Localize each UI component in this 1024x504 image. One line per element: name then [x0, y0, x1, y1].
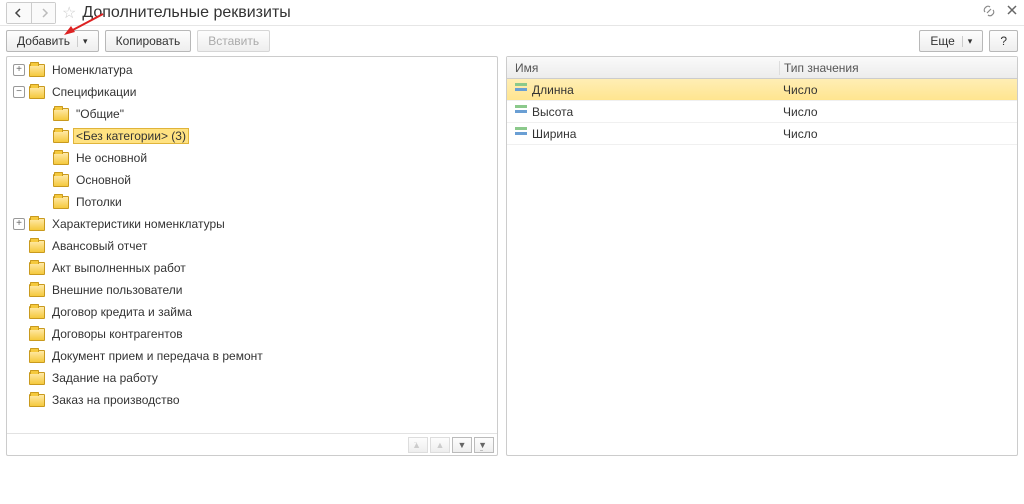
property-icon: [515, 132, 527, 135]
tree-label: Внешние пользователи: [49, 282, 185, 298]
property-icon: [515, 88, 527, 91]
nav-back-button[interactable]: [7, 3, 31, 23]
property-icon: [515, 110, 527, 113]
tree-label: Основной: [73, 172, 134, 188]
properties-panel: Имя Тип значения ДлиннаЧислоВысотаЧислоШ…: [506, 56, 1018, 456]
tree-footer: ▲_ ▲ ▼ ▼_: [7, 433, 497, 455]
tree-row[interactable]: − Спецификации: [7, 81, 497, 103]
folder-icon: [29, 394, 45, 407]
tree-row[interactable]: + Номенклатура: [7, 59, 497, 81]
scroll-top-button[interactable]: ▲_: [408, 437, 428, 453]
folder-icon: [29, 86, 45, 99]
tree-row[interactable]: Документ прием и передача в ремонт: [7, 345, 497, 367]
more-button[interactable]: Еще▾: [919, 30, 983, 52]
grid-header-name[interactable]: Имя: [507, 61, 779, 75]
tree-label: Авансовый отчет: [49, 238, 150, 254]
tree-label: Заказ на производство: [49, 392, 183, 408]
tree-row[interactable]: Задание на работу: [7, 367, 497, 389]
grid-header-type[interactable]: Тип значения: [779, 61, 1017, 75]
scroll-down-button[interactable]: ▼: [452, 437, 472, 453]
nav-buttons: [6, 2, 56, 24]
favorite-star-icon[interactable]: ☆: [62, 3, 76, 23]
tree-row[interactable]: + Характеристики номенклатуры: [7, 213, 497, 235]
grid-header: Имя Тип значения: [507, 57, 1017, 79]
property-name: Длинна: [532, 83, 574, 97]
folder-icon: [29, 372, 45, 385]
page-title: Дополнительные реквизиты: [82, 4, 290, 22]
tree-label: Характеристики номенклатуры: [49, 216, 228, 232]
chevron-down-icon: ▾: [962, 36, 973, 47]
grid-row[interactable]: Ширина Число: [507, 123, 1017, 145]
folder-icon: [29, 284, 45, 297]
property-name: Высота: [532, 105, 573, 119]
property-name: Ширина: [532, 127, 576, 141]
grid-row[interactable]: Длинна Число: [507, 79, 1017, 101]
scroll-bottom-button[interactable]: ▼_: [474, 437, 494, 453]
folder-icon: [53, 130, 69, 143]
folder-icon: [29, 350, 45, 363]
paste-button[interactable]: Вставить: [197, 30, 270, 52]
tree-label: Задание на работу: [49, 370, 161, 386]
tree-row[interactable]: "Общие": [7, 103, 497, 125]
folder-icon: [53, 174, 69, 187]
scroll-up-button[interactable]: ▲: [430, 437, 450, 453]
tree-label: Документ прием и передача в ремонт: [49, 348, 266, 364]
link-icon[interactable]: [982, 4, 996, 21]
copy-button[interactable]: Копировать: [105, 30, 192, 52]
folder-icon: [29, 240, 45, 253]
close-icon[interactable]: [1006, 4, 1018, 21]
expander-icon[interactable]: +: [13, 64, 25, 76]
property-type: Число: [779, 83, 1017, 97]
tree-label: Договоры контрагентов: [49, 326, 186, 342]
nav-forward-button[interactable]: [31, 3, 55, 23]
folder-icon: [29, 64, 45, 77]
tree-row[interactable]: Акт выполненных работ: [7, 257, 497, 279]
folder-icon: [29, 218, 45, 231]
expander-icon[interactable]: −: [13, 86, 25, 98]
folder-icon: [29, 262, 45, 275]
folder-icon: [53, 196, 69, 209]
folder-icon: [53, 108, 69, 121]
folder-icon: [29, 328, 45, 341]
tree-label: Договор кредита и займа: [49, 304, 195, 320]
tree-label: Номенклатура: [49, 62, 136, 78]
tree-row[interactable]: Заказ на производство: [7, 389, 497, 411]
help-button[interactable]: ?: [989, 30, 1018, 52]
grid-body[interactable]: Длинна Число Высота Число Ширина Число: [507, 79, 1017, 455]
property-type: Число: [779, 127, 1017, 141]
tree-row[interactable]: Не основной: [7, 147, 497, 169]
tree-row[interactable]: Авансовый отчет: [7, 235, 497, 257]
folder-icon: [29, 306, 45, 319]
grid-row[interactable]: Высота Число: [507, 101, 1017, 123]
tree-row[interactable]: Договор кредита и займа: [7, 301, 497, 323]
folder-icon: [53, 152, 69, 165]
tree-row[interactable]: Потолки: [7, 191, 497, 213]
expander-icon[interactable]: +: [13, 218, 25, 230]
tree-panel: + Номенклатура − Спецификации "Общие" <Без ка…: [6, 56, 498, 456]
chevron-down-icon: ▾: [77, 36, 88, 47]
tree-row[interactable]: Внешние пользователи: [7, 279, 497, 301]
property-type: Число: [779, 105, 1017, 119]
toolbar: Добавить▾ Копировать Вставить Еще▾ ?: [0, 26, 1024, 56]
add-button[interactable]: Добавить▾: [6, 30, 99, 52]
tree-row[interactable]: <Без категории> (3): [7, 125, 497, 147]
tree-label: Потолки: [73, 194, 125, 210]
tree-label: Акт выполненных работ: [49, 260, 189, 276]
tree-label: Спецификации: [49, 84, 139, 100]
titlebar: ☆ Дополнительные реквизиты: [0, 0, 1024, 26]
tree-row[interactable]: Договоры контрагентов: [7, 323, 497, 345]
tree-label: "Общие": [73, 106, 127, 122]
tree-label: <Без категории> (3): [73, 128, 189, 144]
category-tree[interactable]: + Номенклатура − Спецификации "Общие" <Без ка…: [7, 57, 497, 433]
tree-label: Не основной: [73, 150, 150, 166]
tree-row[interactable]: Основной: [7, 169, 497, 191]
